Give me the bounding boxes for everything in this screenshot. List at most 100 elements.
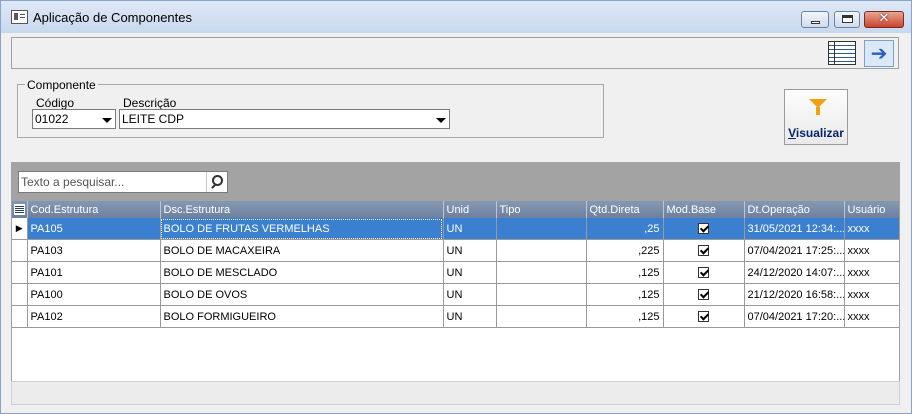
codigo-value: 01022: [35, 112, 69, 126]
cell-unid[interactable]: UN: [443, 239, 497, 262]
cell-mod-base[interactable]: [663, 283, 745, 306]
cell-mod-base[interactable]: [663, 239, 745, 262]
cell-mod-base[interactable]: [663, 218, 745, 240]
row-indicator: [12, 305, 28, 328]
table-header-row: Cod.Estrutura Dsc.Estrutura Unid Tipo Qt…: [12, 201, 899, 218]
status-bar: [11, 381, 900, 405]
arrow-right-icon[interactable]: ➔: [864, 40, 894, 67]
row-indicator: [12, 239, 28, 262]
cell-qtd-direta[interactable]: ,125: [586, 261, 664, 284]
cell-dsc-estrutura[interactable]: BOLO DE OVOS: [160, 283, 444, 306]
column-header-tipo[interactable]: Tipo: [496, 201, 587, 218]
cell-usuario[interactable]: xxxx: [844, 239, 899, 262]
componente-legend: Componente: [25, 78, 98, 92]
cell-tipo[interactable]: [496, 218, 587, 240]
row-indicator: [12, 283, 28, 306]
column-list-icon: [14, 204, 25, 216]
cell-dt-operacao[interactable]: 31/05/2021 12:34:...: [744, 218, 845, 240]
codigo-combobox[interactable]: 01022: [32, 109, 116, 129]
maximize-button[interactable]: [834, 11, 860, 28]
column-header-qtd-direta[interactable]: Qtd.Direta: [586, 201, 664, 218]
cell-tipo[interactable]: [496, 239, 587, 262]
column-header-dt-operacao[interactable]: Dt.Operação: [744, 201, 845, 218]
cell-cod-estrutura[interactable]: PA102: [27, 305, 161, 328]
close-button[interactable]: ✕: [864, 11, 904, 28]
search-input[interactable]: [21, 174, 201, 190]
chevron-down-icon[interactable]: [432, 110, 449, 128]
cell-unid[interactable]: UN: [443, 218, 497, 240]
chevron-down-icon[interactable]: [98, 110, 115, 128]
cell-cod-estrutura[interactable]: PA105: [27, 218, 161, 240]
window-title: Aplicação de Componentes: [33, 10, 192, 25]
cell-cod-estrutura[interactable]: PA100: [27, 283, 161, 306]
toolbar: ➔: [11, 37, 899, 69]
maximize-icon: [842, 15, 853, 23]
column-header-mod-base[interactable]: Mod.Base: [663, 201, 745, 218]
cell-qtd-direta[interactable]: ,25: [586, 218, 664, 240]
cell-mod-base[interactable]: [663, 261, 745, 284]
cell-dt-operacao[interactable]: 07/04/2021 17:25:...: [744, 239, 845, 262]
table-row[interactable]: PA102 BOLO FORMIGUEIRO UN ,125 07/04/202…: [12, 305, 899, 328]
minimize-icon: [811, 21, 820, 24]
cell-cod-estrutura[interactable]: PA101: [27, 261, 161, 284]
cell-dsc-estrutura[interactable]: BOLO DE MACAXEIRA: [160, 239, 444, 262]
table-row[interactable]: ▶ PA105 BOLO DE FRUTAS VERMELHAS UN ,25 …: [12, 218, 899, 240]
cell-unid[interactable]: UN: [443, 261, 497, 284]
mod-base-checkbox[interactable]: [698, 245, 709, 257]
cell-dt-operacao[interactable]: 07/04/2021 17:20:...: [744, 305, 845, 328]
cell-cod-estrutura[interactable]: PA103: [27, 239, 161, 262]
cell-dsc-estrutura[interactable]: BOLO DE FRUTAS VERMELHAS: [160, 218, 444, 240]
column-header-cod-estrutura[interactable]: Cod.Estrutura: [27, 201, 161, 218]
cell-usuario[interactable]: xxxx: [844, 218, 899, 240]
grid-list-icon[interactable]: [828, 41, 856, 65]
visualizar-button[interactable]: Visualizar: [784, 89, 848, 145]
cell-unid[interactable]: UN: [443, 305, 497, 328]
cell-qtd-direta[interactable]: ,125: [586, 283, 664, 306]
data-grid: Cod.Estrutura Dsc.Estrutura Unid Tipo Qt…: [11, 201, 900, 381]
cell-qtd-direta[interactable]: ,125: [586, 305, 664, 328]
descricao-label: Descrição: [123, 96, 177, 110]
title-bar[interactable]: Aplicação de Componentes ✕: [1, 1, 911, 33]
codigo-label: Código: [36, 96, 75, 110]
cell-dt-operacao[interactable]: 21/12/2020 16:58:...: [744, 283, 845, 306]
descricao-value: LEITE CDP: [122, 112, 185, 126]
table-row[interactable]: PA103 BOLO DE MACAXEIRA UN ,225 07/04/20…: [12, 239, 899, 262]
mod-base-checkbox[interactable]: [698, 223, 709, 235]
search-box[interactable]: [18, 171, 228, 193]
table-row[interactable]: PA101 BOLO DE MESCLADO UN ,125 24/12/202…: [12, 261, 899, 284]
cell-mod-base[interactable]: [663, 305, 745, 328]
cell-dsc-estrutura[interactable]: BOLO DE MESCLADO: [160, 261, 444, 284]
app-window: Aplicação de Componentes ✕ ➔ Componente …: [0, 0, 912, 414]
app-window-icon: [11, 10, 28, 24]
cell-tipo[interactable]: [496, 261, 587, 284]
search-button[interactable]: [206, 172, 227, 192]
cell-unid[interactable]: UN: [443, 283, 497, 306]
cell-usuario[interactable]: xxxx: [844, 305, 899, 328]
column-header-unid[interactable]: Unid: [443, 201, 497, 218]
mod-base-checkbox[interactable]: [698, 289, 709, 301]
row-selected-indicator-icon: ▶: [12, 218, 28, 240]
minimize-button[interactable]: [801, 11, 829, 28]
cell-dsc-estrutura[interactable]: BOLO FORMIGUEIRO: [160, 305, 444, 328]
column-header-usuario[interactable]: Usuário: [844, 201, 899, 218]
visualizar-label-rest: isualizar: [795, 126, 844, 140]
visualizar-accelerator: V: [788, 126, 796, 140]
cell-qtd-direta[interactable]: ,225: [586, 239, 664, 262]
search-icon-handle: [211, 183, 217, 189]
descricao-combobox[interactable]: LEITE CDP: [119, 109, 450, 129]
cell-tipo[interactable]: [496, 283, 587, 306]
cell-tipo[interactable]: [496, 305, 587, 328]
table-row[interactable]: PA100 BOLO DE OVOS UN ,125 21/12/2020 16…: [12, 283, 899, 306]
estrutura-table: Cod.Estrutura Dsc.Estrutura Unid Tipo Qt…: [12, 201, 899, 328]
close-icon: ✕: [878, 11, 890, 26]
cell-usuario[interactable]: xxxx: [844, 283, 899, 306]
visualizar-label: Visualizar: [785, 126, 847, 140]
mod-base-checkbox[interactable]: [698, 267, 709, 279]
mod-base-checkbox[interactable]: [698, 311, 709, 323]
row-indicator: [12, 261, 28, 284]
column-chooser-button[interactable]: [12, 201, 28, 218]
filter-funnel-stem: [816, 107, 820, 115]
cell-usuario[interactable]: xxxx: [844, 261, 899, 284]
cell-dt-operacao[interactable]: 24/12/2020 14:07:...: [744, 261, 845, 284]
column-header-dsc-estrutura[interactable]: Dsc.Estrutura: [160, 201, 444, 218]
